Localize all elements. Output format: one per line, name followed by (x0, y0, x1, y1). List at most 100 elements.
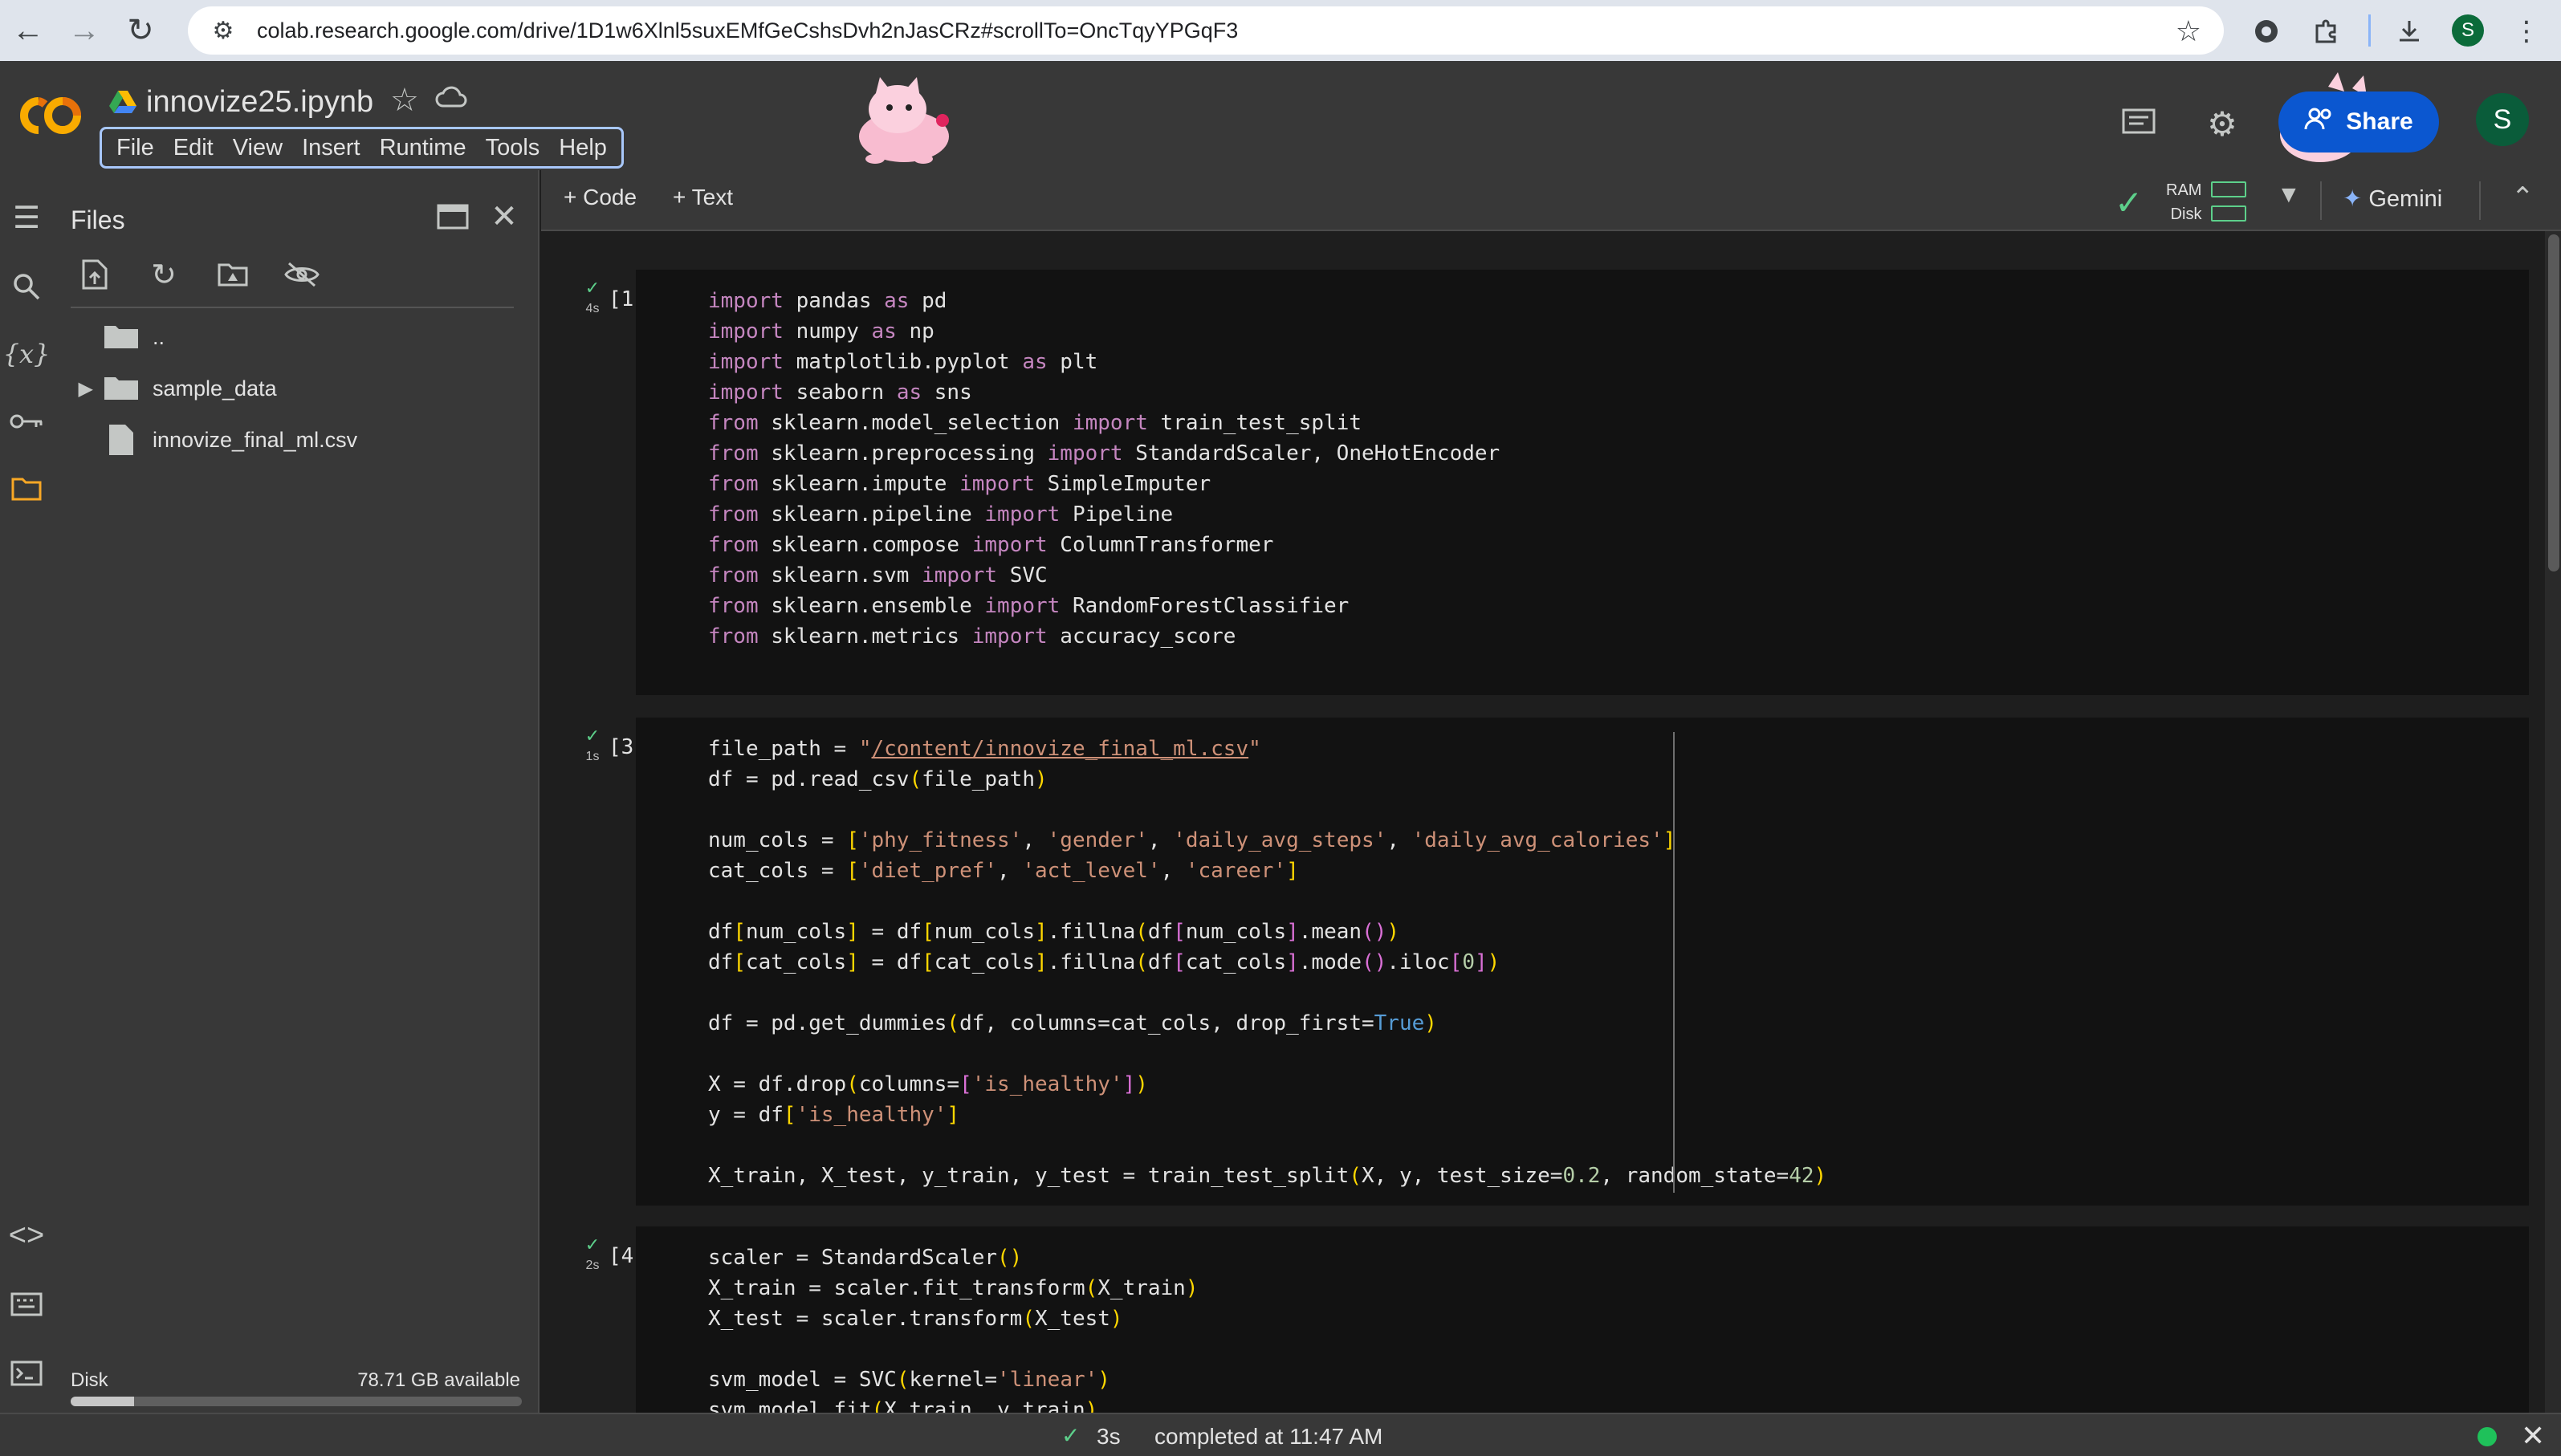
hide-hidden-files-icon[interactable] (279, 252, 324, 297)
collapse-chevron-up-icon[interactable]: ⌃ (2511, 181, 2535, 214)
code-editor[interactable]: file_path = "/content/innovize_final_ml.… (636, 718, 2529, 1206)
address-bar[interactable]: ⚙ colab.research.google.com/drive/1D1w6X… (188, 6, 2224, 55)
file-item-label: innovize_final_ml.csv (153, 427, 358, 452)
files-folder-icon[interactable] (0, 462, 53, 515)
colab-header: innovize25.ipynb ☆ File Edit View Insert… (0, 61, 2561, 170)
editor-ruler (1673, 732, 1675, 1193)
more-menu-icon[interactable]: ⋮ (2506, 11, 2547, 51)
share-button[interactable]: Share (2278, 92, 2439, 153)
extension-icon[interactable] (2246, 11, 2286, 51)
share-label: Share (2346, 108, 2413, 135)
notebook-area: + Code + Text ✓ RAM Disk ▼ ✦ Gemini ⌃ ✓ … (541, 170, 2561, 1413)
menu-file[interactable]: File (107, 135, 164, 161)
menu-tools[interactable]: Tools (476, 135, 550, 161)
file-item-sample-data[interactable]: ▶ sample_data (53, 364, 535, 413)
upload-file-icon[interactable] (72, 252, 117, 297)
file-item-parent[interactable]: .. (53, 313, 535, 361)
back-icon[interactable]: ← (0, 0, 56, 61)
menu-bar: File Edit View Insert Runtime Tools Help (100, 127, 624, 169)
folder-open-icon (101, 323, 141, 352)
expand-chevron-icon[interactable]: ▶ (53, 377, 101, 401)
status-bar: ✓ 3s completed at 11:47 AM ✕ (0, 1413, 2561, 1456)
menu-edit[interactable]: Edit (164, 135, 223, 161)
settings-gear-icon[interactable]: ⚙ (2200, 101, 2245, 146)
refresh-icon[interactable]: ↻ (141, 252, 186, 297)
notebook-title[interactable]: innovize25.ipynb (146, 85, 373, 120)
disk-label: Disk (71, 1369, 108, 1391)
cloud-saved-icon[interactable] (435, 85, 467, 116)
search-icon[interactable] (0, 260, 53, 313)
disk-available: 78.71 GB available (357, 1369, 520, 1391)
disk-meter (2211, 205, 2246, 222)
notebook-scroll-thumb[interactable] (2548, 234, 2559, 571)
file-item-label: sample_data (153, 376, 277, 401)
folder-icon (101, 374, 141, 403)
menu-help[interactable]: Help (549, 135, 617, 161)
terminal-icon[interactable] (0, 1347, 53, 1400)
site-info-icon[interactable]: ⚙ (207, 17, 239, 45)
url-text[interactable]: colab.research.google.com/drive/1D1w6Xln… (257, 18, 1238, 43)
disk-label-toolbar: Disk (2170, 205, 2202, 223)
download-icon[interactable] (2389, 11, 2429, 51)
forward-icon[interactable]: → (56, 0, 112, 61)
menu-view[interactable]: View (223, 135, 292, 161)
disk-usage-fill (71, 1397, 134, 1406)
gemini-button[interactable]: ✦ Gemini (2343, 185, 2442, 213)
cat-mascot-image (859, 77, 949, 164)
toolbar-separator (2368, 14, 2371, 47)
code-cell[interactable]: ✓ 1s [3] file_path = "/content/innovize_… (576, 718, 2529, 1206)
left-rail: ☰ {x} <> (0, 170, 53, 1413)
add-code-button[interactable]: + Code (564, 185, 637, 210)
runtime-dropdown-icon[interactable]: ▼ (2277, 181, 2301, 209)
runtime-connected-check-icon: ✓ (2115, 184, 2144, 222)
menu-runtime[interactable]: Runtime (370, 135, 476, 161)
colab-logo[interactable] (14, 90, 85, 141)
menu-insert[interactable]: Insert (292, 135, 370, 161)
code-snippets-icon[interactable]: <> (0, 1209, 53, 1262)
open-in-tab-icon[interactable] (430, 194, 475, 239)
completed-check-icon: ✓ (1061, 1423, 1081, 1448)
close-statusbar-icon[interactable]: ✕ (2521, 1419, 2545, 1453)
table-of-contents-icon[interactable]: ☰ (0, 191, 53, 244)
file-icon (101, 423, 141, 457)
code-editor[interactable]: import pandas as pd import numpy as np i… (636, 270, 2529, 695)
cell-exec-time: 1s (585, 750, 600, 763)
resource-monitor[interactable]: RAM Disk (2166, 178, 2201, 226)
file-item-label: .. (153, 324, 165, 349)
cell-exec-time: 2s (585, 1259, 600, 1272)
cell-executed-check-icon: ✓ (584, 278, 601, 298)
browser-profile-avatar[interactable]: S (2452, 14, 2484, 47)
disk-usage-bar (71, 1397, 522, 1406)
files-panel: Files ✕ ↻ .. ▶ sample_data innovize_fina… (53, 170, 539, 1413)
secrets-key-icon[interactable] (0, 395, 53, 448)
mount-drive-icon[interactable] (210, 252, 255, 297)
ram-label: RAM (2166, 181, 2202, 199)
google-drive-icon (109, 91, 136, 113)
cell-executed-check-icon: ✓ (584, 1234, 601, 1255)
files-panel-title: Files (71, 205, 125, 234)
user-avatar[interactable]: S (2476, 93, 2529, 146)
people-icon (2304, 107, 2335, 137)
bookmark-star-icon[interactable]: ☆ (2176, 14, 2201, 48)
comments-icon[interactable] (2116, 101, 2161, 146)
star-notebook-icon[interactable]: ☆ (390, 82, 419, 119)
puzzle-extensions-icon[interactable] (2306, 11, 2346, 51)
variables-icon[interactable]: {x} (0, 327, 53, 380)
cell-exec-time: 4s (585, 302, 600, 315)
gemini-sparkle-icon: ✦ (2343, 186, 2363, 212)
runtime-status-dot (2478, 1427, 2497, 1446)
code-cell[interactable]: ✓ 2s [4] scaler = StandardScaler() X_tra… (576, 1226, 2529, 1413)
notebook-toolbar: + Code + Text ✓ RAM Disk ▼ ✦ Gemini ⌃ (541, 170, 2561, 231)
close-panel-icon[interactable]: ✕ (482, 194, 527, 239)
add-text-button[interactable]: + Text (673, 185, 733, 210)
toolbar-separator (2479, 181, 2481, 220)
ram-meter (2211, 181, 2246, 197)
exec-status-message[interactable]: completed at 11:47 AM (1154, 1424, 1382, 1450)
reload-icon[interactable]: ↻ (112, 0, 169, 61)
file-item-csv[interactable]: innovize_final_ml.csv (53, 416, 535, 464)
code-cell[interactable]: ✓ 4s [1] import pandas as pd import nump… (576, 270, 2529, 695)
cell-executed-check-icon: ✓ (584, 726, 601, 746)
command-palette-icon[interactable] (0, 1278, 53, 1331)
toolbar-separator (2320, 181, 2322, 220)
code-editor[interactable]: scaler = StandardScaler() X_train = scal… (636, 1226, 2529, 1413)
